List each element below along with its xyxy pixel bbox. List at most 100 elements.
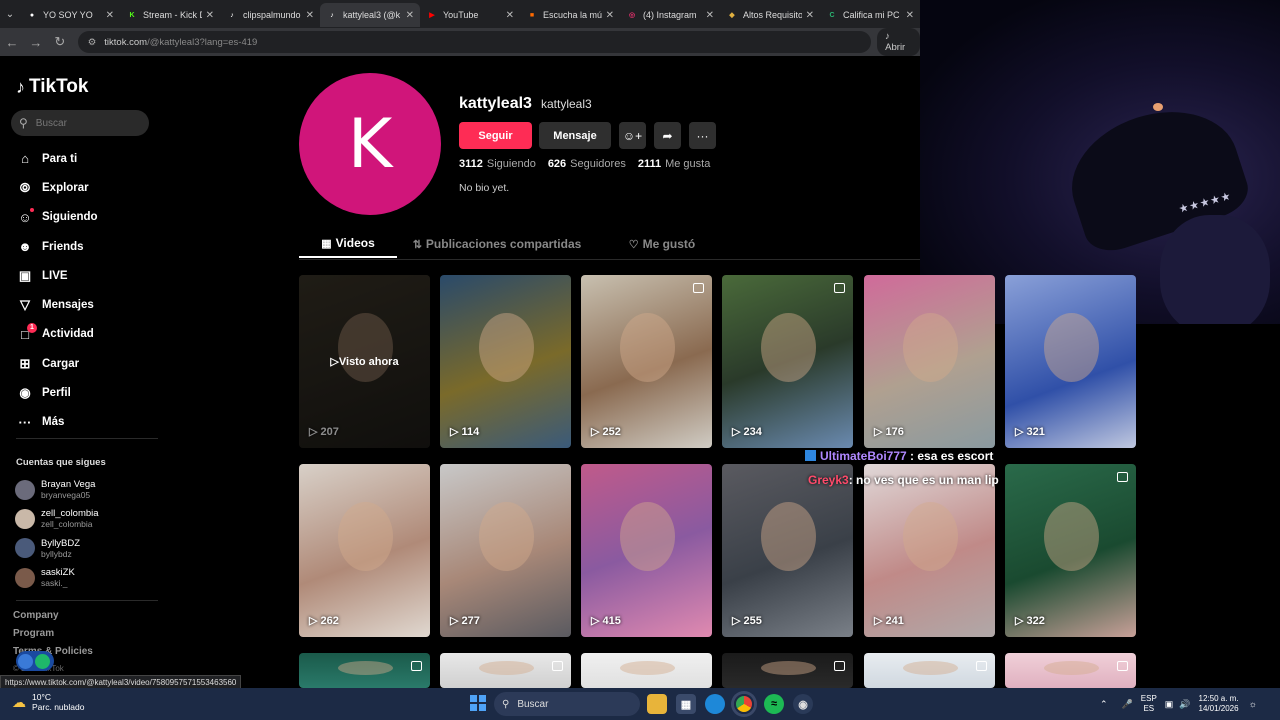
tab-reposts[interactable]: ⇅ Publicaciones compartidas (397, 230, 597, 258)
nav-item-para-ti[interactable]: ⌂ Para ti (16, 144, 98, 173)
video-card[interactable]: ▷ 415 (581, 464, 712, 637)
account-username: zell_colombia (41, 519, 93, 530)
video-card[interactable]: ▷ 322 (1005, 464, 1136, 637)
chat-badge-icon (805, 450, 816, 461)
obs-icon[interactable]: ◉ (793, 694, 813, 714)
video-card[interactable] (864, 653, 995, 688)
chat-user: Greyk3 (808, 473, 849, 487)
cloud-sun-icon: ☁ (12, 693, 26, 710)
nav-item-friends[interactable]: ☻ Friends (16, 232, 98, 261)
edge-icon[interactable] (705, 694, 725, 714)
open-in-app-button[interactable]: ♪ Abrir (877, 28, 920, 56)
site-info-icon[interactable]: ⚙ (88, 37, 97, 48)
video-card[interactable]: ▷ 255 (722, 464, 853, 637)
video-card[interactable] (440, 653, 571, 688)
follow-button[interactable]: Seguir (459, 122, 532, 149)
spotify-icon[interactable]: ≈ (764, 694, 784, 714)
video-card[interactable]: ▷ 252 (581, 275, 712, 448)
tab-close-icon[interactable]: ✕ (806, 10, 814, 21)
video-card[interactable]: ▷ 114 (440, 275, 571, 448)
browser-tab[interactable]: ♪ kattyleal3 (@k ✕ (320, 3, 420, 27)
notification-bell-icon[interactable]: ☼ (1249, 699, 1257, 709)
file-explorer-icon[interactable] (647, 694, 667, 714)
tab-close-icon[interactable]: ✕ (206, 10, 214, 21)
tray-chevron-icon[interactable]: ⌃ (1100, 699, 1108, 710)
browser-tab[interactable]: K Stream - Kick D ✕ (120, 3, 220, 27)
chat-text: : esa es escort (910, 449, 994, 463)
add-friend-icon[interactable]: ☺+ (619, 122, 646, 149)
tab-close-icon[interactable]: ✕ (106, 10, 114, 21)
video-card[interactable] (722, 653, 853, 688)
nav-item-label: Actividad (42, 328, 94, 341)
nav-item-label: Siguiendo (42, 211, 98, 224)
tab-close-icon[interactable]: ✕ (906, 10, 914, 21)
nav-item-explorar[interactable]: ⦾ Explorar (16, 173, 98, 202)
browser-tab[interactable]: ▶ YouTube ✕ (420, 3, 520, 27)
video-card[interactable]: ▷ 207 ▷ Visto ahora (299, 275, 430, 448)
video-card[interactable] (581, 653, 712, 688)
url-field[interactable]: ⚙ tiktok.com/@kattyleal3?lang=es-419 (77, 31, 872, 53)
video-card[interactable]: ▷ 234 (722, 275, 853, 448)
tab-close-icon[interactable]: ✕ (506, 10, 514, 21)
tab-label: Stream - Kick D (143, 10, 202, 20)
floating-widget-button[interactable] (16, 651, 54, 671)
tab-liked[interactable]: ♡ Me gustó (597, 230, 727, 258)
chrome-icon[interactable] (734, 694, 754, 714)
windows-start-icon[interactable] (470, 695, 486, 711)
tab-search-chevron-icon[interactable]: ⌄ (0, 0, 20, 28)
nav-item-siguiendo[interactable]: ☺ Siguiendo (16, 203, 98, 232)
share-icon[interactable]: ➦ (654, 122, 681, 149)
following-account[interactable]: Brayan Vega bryanvega05 (15, 475, 99, 504)
following-count[interactable]: 3112 (459, 158, 483, 170)
nav-item-cargar[interactable]: ⊞ Cargar (16, 349, 98, 378)
video-card[interactable]: ▷ 176 (864, 275, 995, 448)
browser-tab[interactable]: ◎ (4) Instagram ✕ (620, 3, 720, 27)
browser-tab[interactable]: C Califica mi PC ✕ (820, 3, 920, 27)
following-account[interactable]: ByllyBDZ byllybdz (15, 534, 99, 563)
back-arrow-icon[interactable]: ← (0, 35, 24, 50)
search-input[interactable]: ⚲ Buscar (11, 110, 149, 136)
view-count: ▷ 262 (309, 615, 339, 627)
reload-icon[interactable]: ↻ (48, 34, 72, 50)
footer-link[interactable]: Company (13, 610, 93, 628)
video-card[interactable] (299, 653, 430, 688)
tab-close-icon[interactable]: ✕ (606, 10, 614, 21)
store-icon[interactable]: ▦ (676, 694, 696, 714)
video-card[interactable]: ▷ 277 (440, 464, 571, 637)
video-card[interactable] (1005, 653, 1136, 688)
tab-close-icon[interactable]: ✕ (706, 10, 714, 21)
language-indicator[interactable]: ESP ES (1141, 694, 1157, 714)
forward-arrow-icon[interactable]: → (24, 35, 48, 50)
browser-tab[interactable]: ◆ Altos Requisito ✕ (720, 3, 820, 27)
mic-icon[interactable]: 🎤 (1122, 699, 1133, 710)
weather-widget[interactable]: ☁ 10°C Parc. nublado (12, 692, 84, 712)
nav-item-live[interactable]: ▣ LIVE (16, 261, 98, 290)
nav-item-mensajes[interactable]: ▽ Mensajes (16, 290, 98, 319)
video-card[interactable]: ▷ 262 (299, 464, 430, 637)
network-icon[interactable]: ▣ (1165, 699, 1174, 710)
followers-count[interactable]: 626 (548, 158, 566, 170)
compass-icon: ⦾ (19, 179, 31, 195)
thumbnail-subject (761, 313, 817, 383)
following-account[interactable]: zell_colombia zell_colombia (15, 504, 99, 533)
nav-item-actividad[interactable]: □ 1 Actividad (16, 320, 98, 349)
volume-icon[interactable]: 🔊 (1179, 699, 1190, 710)
browser-tab[interactable]: ● YO SOY YO ✕ (20, 3, 120, 27)
tab-close-icon[interactable]: ✕ (306, 10, 314, 21)
tab-close-icon[interactable]: ✕ (406, 10, 414, 21)
tab-videos[interactable]: ▦ Videos (299, 230, 397, 258)
clock[interactable]: 12:50 a. m. 14/01/2026 (1199, 694, 1239, 714)
taskbar-search[interactable]: ⚲ Buscar (494, 692, 640, 716)
tiktok-logo[interactable]: ♪ TikTok (16, 76, 88, 98)
video-card[interactable]: ▷ 321 (1005, 275, 1136, 448)
tab-label: Califica mi PC (843, 10, 900, 20)
nav-item-m-s[interactable]: ··· Más (16, 408, 98, 437)
browser-tab[interactable]: ■ Escucha la mús ✕ (520, 3, 620, 27)
following-account[interactable]: saskiZK saski._ (15, 563, 99, 592)
nav-item-perfil[interactable]: ◉ Perfil (16, 378, 98, 407)
video-card[interactable]: ▷ 241 (864, 464, 995, 637)
footer-link[interactable]: Program (13, 628, 93, 646)
message-button[interactable]: Mensaje (539, 122, 611, 149)
more-options-icon[interactable]: ··· (689, 122, 716, 149)
browser-tab[interactable]: ♪ clipspalmundo ✕ (220, 3, 320, 27)
